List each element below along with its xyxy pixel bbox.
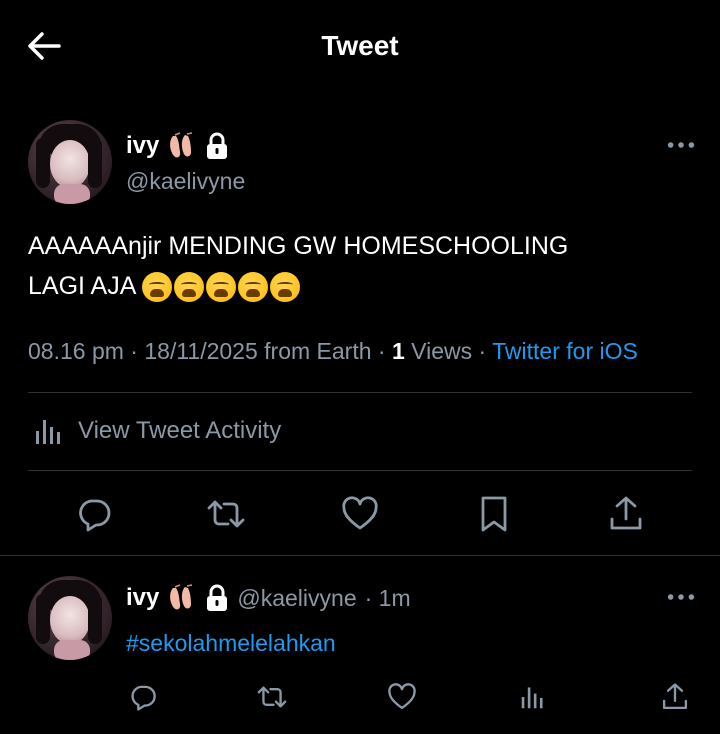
- lock-icon: [205, 132, 229, 160]
- more-icon: [667, 594, 695, 600]
- page-title: Tweet: [321, 30, 399, 61]
- avatar[interactable]: [28, 120, 112, 204]
- reply-views-button[interactable]: [518, 682, 548, 712]
- views-icon: [521, 687, 543, 709]
- hashtag-link[interactable]: #sekolahmelelahkan: [126, 630, 336, 657]
- like-icon: [388, 683, 416, 710]
- emoji-row: [142, 272, 301, 303]
- retweet-button[interactable]: [206, 494, 246, 534]
- like-icon: [342, 496, 378, 530]
- reply-timestamp: · 1m: [364, 584, 411, 611]
- views-count: 1: [391, 338, 405, 364]
- ballet-shoes-icon: [167, 132, 197, 160]
- source-link[interactable]: Twitter for iOS: [492, 338, 638, 364]
- share-icon: [662, 683, 688, 710]
- view-tweet-activity-label: View Tweet Activity: [78, 417, 282, 444]
- author-handle: @kaelivyne: [126, 168, 246, 194]
- author-name[interactable]: ivy: [126, 132, 159, 160]
- reply-author-row: ivy @kaelivyne · 1m: [126, 584, 411, 612]
- reply-like-button[interactable]: [386, 682, 418, 712]
- tweet-text-line-1: AAAAAAnjir MENDING GW HOMESCHOOLING: [28, 232, 569, 260]
- analytics-icon: [36, 420, 60, 444]
- tweet-text-line-2: LAGI AJA: [28, 272, 137, 300]
- weary-face-emoji: [206, 272, 237, 303]
- retweet-icon: [207, 500, 245, 528]
- reply-icon: [131, 685, 156, 711]
- tweet-meta: 08.16 pm · 18/11/2025 from Earth · 1 Vie…: [28, 338, 638, 365]
- tweet-time: 08.16 pm: [28, 338, 124, 364]
- author-row: ivy: [126, 132, 229, 160]
- lock-icon: [205, 584, 229, 612]
- bookmark-button[interactable]: [474, 494, 514, 534]
- reply-author-name[interactable]: ivy: [126, 584, 159, 612]
- tweet-date-location: 18/11/2025 from Earth: [144, 338, 372, 364]
- divider: [0, 555, 720, 556]
- reply-more-options-button[interactable]: [666, 592, 696, 602]
- divider: [28, 470, 692, 471]
- separator: ·: [377, 338, 386, 364]
- like-button[interactable]: [340, 494, 380, 534]
- more-icon: [667, 142, 695, 148]
- bookmark-icon: [481, 496, 507, 532]
- reply-share-button[interactable]: [660, 682, 690, 712]
- share-button[interactable]: [606, 494, 646, 534]
- weary-face-emoji: [238, 272, 269, 303]
- separator: ·: [478, 338, 487, 364]
- reply-retweet-button[interactable]: [256, 682, 288, 712]
- separator: ·: [130, 338, 138, 364]
- reply-author-handle: @kaelivyne: [237, 584, 357, 611]
- ballet-shoes-icon: [167, 584, 197, 612]
- reply-icon: [79, 499, 111, 532]
- divider: [28, 392, 692, 393]
- weary-face-emoji: [142, 272, 173, 303]
- more-options-button[interactable]: [666, 140, 696, 150]
- reply-button[interactable]: [74, 494, 114, 534]
- weary-face-emoji: [270, 272, 301, 303]
- view-tweet-activity-button[interactable]: View Tweet Activity: [34, 416, 281, 446]
- views-label: Views: [411, 338, 473, 364]
- reply-reply-button[interactable]: [128, 682, 158, 712]
- retweet-icon: [257, 686, 287, 708]
- reply-avatar[interactable]: [28, 576, 112, 660]
- tweet-text: AAAAAAnjir MENDING GW HOMESCHOOLING LAGI…: [28, 226, 688, 306]
- share-icon: [610, 496, 642, 530]
- weary-face-emoji: [174, 272, 205, 303]
